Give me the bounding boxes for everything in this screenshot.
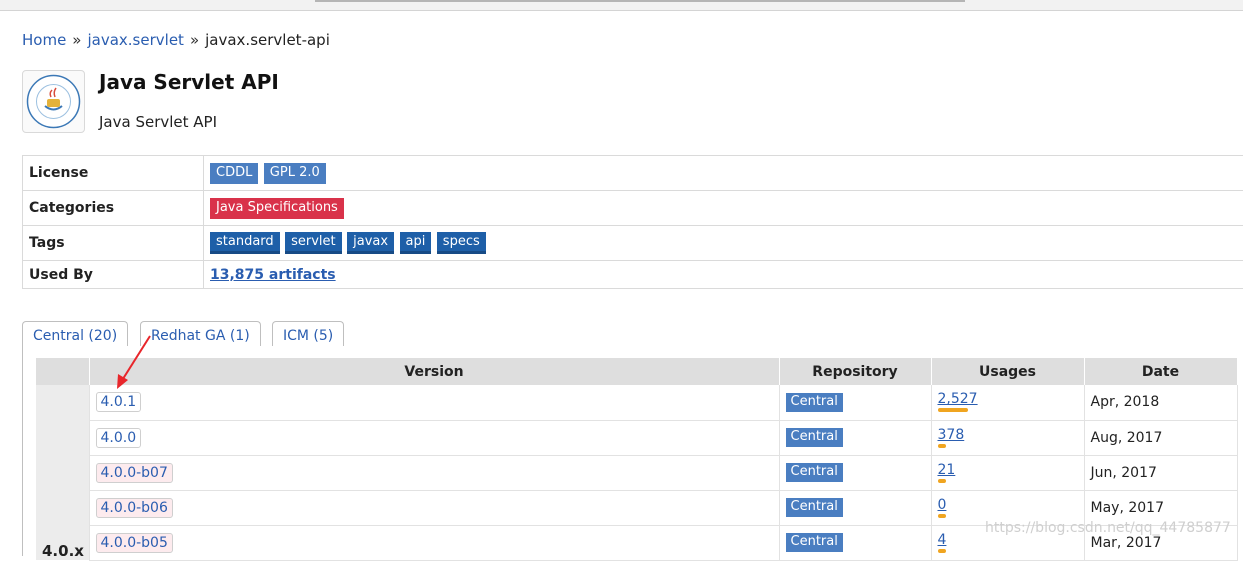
versions-header-row: Version Repository Usages Date (36, 358, 1237, 385)
breadcrumb-group-link[interactable]: javax.servlet (87, 31, 183, 49)
tag-values: standard servlet javax api specs (204, 226, 1243, 261)
breadcrumb-home-link[interactable]: Home (22, 31, 66, 49)
watermark: https://blog.csdn.net/qq_44785877 (985, 520, 1231, 536)
license-row: License CDDL GPL 2.0 (23, 156, 1243, 191)
repository-badge[interactable]: Central (786, 393, 843, 412)
version-row: 4.0.0 Central 378 Aug, 2017 (36, 420, 1237, 455)
repository-badge[interactable]: Central (786, 498, 843, 517)
categories-row: Categories Java Specifications (23, 191, 1243, 226)
release-date: Aug, 2017 (1084, 420, 1237, 455)
version-group-label: 4.0.x (36, 385, 89, 560)
usages-link[interactable]: 21 (938, 463, 1078, 478)
release-date: Apr, 2018 (1084, 385, 1237, 420)
tab-redhat-ga[interactable]: Redhat GA (1) (140, 321, 261, 347)
usage-bar (938, 444, 946, 448)
tab-icm[interactable]: ICM (5) (272, 321, 344, 347)
license-badge[interactable]: GPL 2.0 (264, 163, 326, 184)
usage-bar (938, 514, 946, 518)
page-title: Java Servlet API (99, 70, 279, 94)
version-link[interactable]: 4.0.0 (96, 428, 142, 448)
used-by-label: Used By (23, 261, 204, 289)
license-label: License (23, 156, 204, 191)
license-values: CDDL GPL 2.0 (204, 156, 1243, 191)
used-by-row: Used By 13,875 artifacts (23, 261, 1243, 289)
tags-row: Tags standard servlet javax api specs (23, 226, 1243, 261)
used-by-link[interactable]: 13,875 artifacts (210, 267, 336, 283)
page-description: Java Servlet API (99, 113, 217, 131)
version-column-header[interactable]: Version (89, 358, 779, 385)
release-date: Jun, 2017 (1084, 455, 1237, 490)
usages-link[interactable]: 378 (938, 428, 1078, 443)
usages-column-header[interactable]: Usages (931, 358, 1084, 385)
repository-badge[interactable]: Central (786, 533, 843, 552)
categories-label: Categories (23, 191, 204, 226)
tag-badge[interactable]: api (400, 232, 432, 254)
version-row: 4.0.0-b07 Central 21 Jun, 2017 (36, 455, 1237, 490)
version-link[interactable]: 4.0.0-b05 (96, 533, 173, 553)
usages-link[interactable]: 0 (938, 498, 1078, 513)
tags-label: Tags (23, 226, 204, 261)
tag-badge[interactable]: standard (210, 232, 280, 254)
breadcrumb: Home » javax.servlet » javax.servlet-api (22, 31, 330, 49)
breadcrumb-separator: » (190, 31, 199, 49)
usage-bar (938, 549, 946, 553)
used-by-value-cell: 13,875 artifacts (204, 261, 1243, 289)
group-header (36, 358, 89, 385)
java-community-process-logo (22, 70, 85, 133)
license-badge[interactable]: CDDL (210, 163, 258, 184)
category-badge[interactable]: Java Specifications (210, 198, 344, 219)
usages-link[interactable]: 2,527 (938, 392, 1078, 407)
horizontal-scrollbar[interactable] (315, 0, 965, 2)
browser-top-strip (0, 0, 1243, 11)
tag-badge[interactable]: specs (437, 232, 486, 254)
version-row: 4.0.x 4.0.1 Central 2,527 Apr, 2018 (36, 385, 1237, 420)
version-link[interactable]: 4.0.0-b06 (96, 498, 173, 518)
repository-badge[interactable]: Central (786, 428, 843, 447)
usage-bar (938, 408, 968, 412)
usage-bar (938, 479, 946, 483)
repository-column-header[interactable]: Repository (779, 358, 931, 385)
date-column-header[interactable]: Date (1084, 358, 1237, 385)
category-values: Java Specifications (204, 191, 1243, 226)
artifact-info-table: License CDDL GPL 2.0 Categories Java Spe… (22, 155, 1243, 289)
tab-central[interactable]: Central (20) (22, 321, 128, 348)
breadcrumb-separator: » (72, 31, 81, 49)
tag-badge[interactable]: servlet (285, 232, 342, 254)
version-link[interactable]: 4.0.0-b07 (96, 463, 173, 483)
breadcrumb-current: javax.servlet-api (205, 31, 330, 49)
tag-badge[interactable]: javax (347, 232, 394, 254)
repository-badge[interactable]: Central (786, 463, 843, 482)
version-link[interactable]: 4.0.1 (96, 392, 142, 412)
